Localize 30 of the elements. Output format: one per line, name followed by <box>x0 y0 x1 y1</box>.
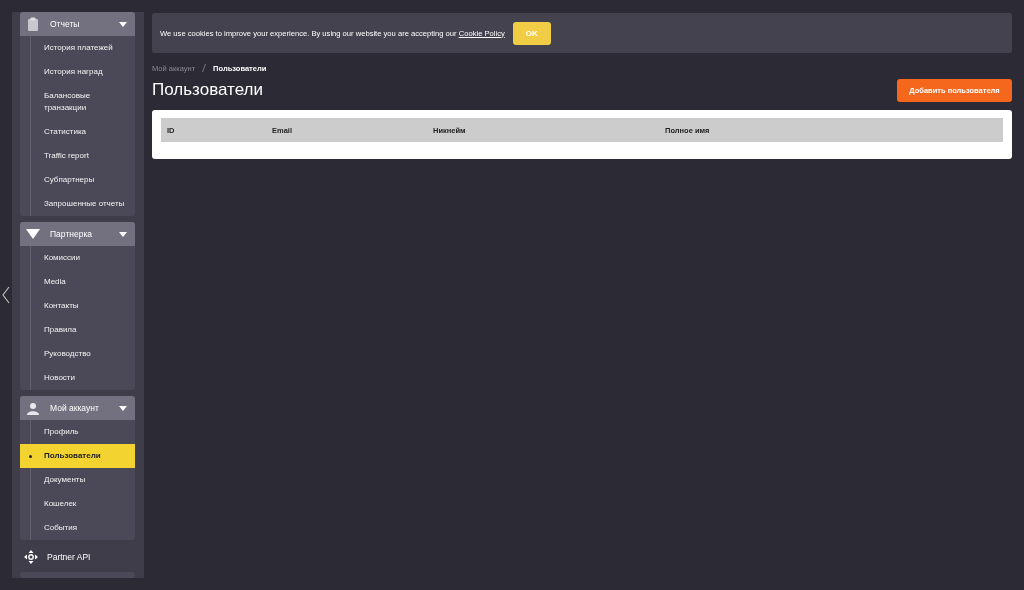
menu-item[interactable]: События <box>31 516 135 540</box>
chevron-left-icon[interactable] <box>2 286 10 304</box>
menu-group-header[interactable]: Мой аккаунт <box>20 396 135 420</box>
menu-group-header[interactable]: Отчеты <box>20 12 135 36</box>
menu-item[interactable]: Кошелек <box>31 492 135 516</box>
menu-item[interactable]: Правила <box>31 318 135 342</box>
person-icon <box>26 401 40 415</box>
menu-item[interactable]: Руководство <box>31 342 135 366</box>
menu-item[interactable]: Запрошенные отчеты <box>31 192 135 216</box>
move-icon <box>24 550 38 564</box>
triangle-icon <box>26 229 40 239</box>
breadcrumb-separator <box>202 64 207 72</box>
menu-item[interactable]: Документы <box>31 468 135 492</box>
clipboard-icon <box>26 17 40 31</box>
page-title: Пользователи <box>152 80 263 100</box>
menu-item[interactable]: Media <box>31 270 135 294</box>
menu-item[interactable]: Контакты <box>31 294 135 318</box>
menu-item[interactable]: Профиль <box>31 420 135 444</box>
menu-item[interactable]: Комиссии <box>31 246 135 270</box>
bullet-icon <box>29 455 32 458</box>
menu-group-header[interactable]: Партнерка <box>20 222 135 246</box>
menu-item[interactable]: Пользователи <box>20 444 135 468</box>
menu-item[interactable]: История наград <box>31 60 135 84</box>
menu-item[interactable]: Субпартнеры <box>31 168 135 192</box>
menu-item[interactable]: Новости <box>31 366 135 390</box>
menu-item[interactable]: Статистика <box>31 120 135 144</box>
menu-item[interactable]: Traffic report <box>31 144 135 168</box>
menu-link[interactable]: Partner API <box>20 550 135 564</box>
menu-item[interactable]: Балансовые транзакции <box>31 84 135 120</box>
menu-item[interactable]: История платежей <box>31 36 135 60</box>
